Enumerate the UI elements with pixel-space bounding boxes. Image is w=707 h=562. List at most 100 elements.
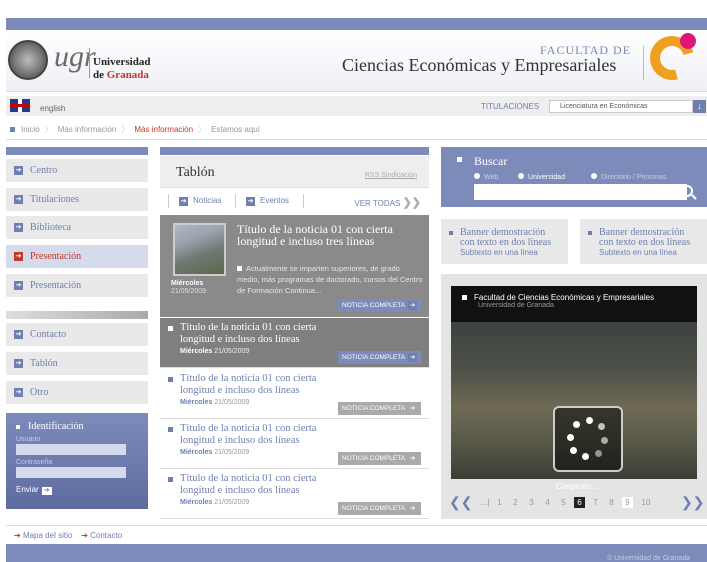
tab-eventos[interactable]: ➔ Eventos [246,196,289,206]
bullet-icon [457,157,462,162]
news-item[interactable]: Título de la noticia 01 con cierta longi… [160,469,429,519]
news-item[interactable]: Título de la noticia 01 con cierta longi… [160,369,429,419]
radio-label: Directorio / Personas [601,174,667,181]
search-title: Buscar [474,154,508,168]
sidebar-item-biblioteca[interactable]: ➔ Biblioteca [6,216,148,239]
news-title[interactable]: Título de la noticia 01 con cierta longi… [180,373,350,397]
sidebar-item-tablon[interactable]: ➔ Tablón [6,352,148,375]
faculty-divider [643,46,644,80]
breadcrumb-item-current[interactable]: Más información [134,125,193,134]
password-input[interactable] [16,467,126,478]
search-box: Buscar Web Universidad Directorio / Pers… [441,147,707,207]
titulaciones-select[interactable]: Licenciatura en Económicas [549,100,693,113]
news-title[interactable]: Título de la noticia 01 con cierta longi… [180,322,350,346]
arrow-right-icon: ➔ [408,353,418,362]
radio-icon [591,173,597,179]
sidebar-separator [6,311,148,319]
radio-directorio[interactable]: Directorio / Personas [591,173,666,181]
sidebar-item-label: Otro [30,387,49,398]
search-icon[interactable] [681,185,693,197]
radio-web[interactable]: Web [474,173,498,181]
page-link-current[interactable]: 6 [574,497,585,508]
full-news-button[interactable]: NOTICIA COMPLETA ➔ [338,452,422,465]
footer-links: ➔ Mapa del sitio ➔ Contacto [14,531,122,540]
titulaciones-dropdown-icon[interactable]: ↓ [693,100,706,113]
news-date: Miércoles 21/05/2009 [180,399,249,406]
tab-noticias[interactable]: ➔ Noticias [179,196,221,206]
full-news-button[interactable]: NOTICIA COMPLETA ➔ [338,502,422,515]
radio-universidad[interactable]: Universidad [518,173,565,181]
page-link[interactable]: 8 [606,497,617,508]
user-input[interactable] [16,444,126,455]
password-label: Contraseña [16,459,53,466]
news-item[interactable]: Título de la noticia 01 con cierta longi… [160,318,429,368]
view-all-link[interactable]: VER TODAS ❯❯ [354,196,421,209]
faculty-name: Ciencias Económicas y Empresariales [342,55,617,75]
sidebar-item-presentacion-active[interactable]: ➔ Presentación [6,245,148,268]
page-link[interactable]: 10 [639,497,653,508]
tablon-header-bar [160,147,429,155]
sidebar-item-label: Centro [30,165,58,176]
news-title[interactable]: Título de la noticia 01 con cierta longi… [180,473,350,497]
banner-title: Banner demostración con texto en dos lín… [599,227,691,248]
next-icon[interactable]: ❯❯ [681,495,704,509]
radio-checked-icon [518,173,524,179]
page-link[interactable]: 1 [494,497,505,508]
page-link[interactable]: 9 [622,497,633,508]
login-submit-button[interactable]: Enviar ➔ [16,485,138,495]
page-link[interactable]: 5 [558,497,569,508]
banner-subtitle: Subtexto en una línea [460,248,538,257]
full-news-button[interactable]: NOTICIA COMPLETA ➔ [338,299,422,312]
loading-spinner-icon [553,406,623,472]
arrow-right-icon: ➔ [14,388,23,397]
top-bar [6,18,707,30]
arrow-right-icon: ➔ [408,404,418,413]
contact-link[interactable]: Contacto [90,531,122,540]
news-day: Miércoles [180,499,213,506]
sidebar-item-centro[interactable]: ➔ Centro [6,159,148,182]
news-date-value: 21/05/2009 [214,449,250,456]
news-item[interactable]: Título de la noticia 01 con cierta longi… [160,419,429,469]
rss-link[interactable]: RSS Sindicación [365,172,417,179]
page-link[interactable]: 7 [590,497,601,508]
breadcrumb-item[interactable]: Más información [58,125,117,134]
submit-label: Enviar [16,485,39,494]
sitemap-link[interactable]: Mapa del sitio [23,531,72,540]
featured-news-title[interactable]: Título de la noticia 01 con cierta longi… [237,223,417,247]
sidebar-item-label: Biblioteca [30,222,72,233]
full-news-button[interactable]: NOTICIA COMPLETA ➔ [338,402,422,415]
featured-news-desc: Actualmente se imparten superiores, de g… [237,263,423,296]
news-thumbnail[interactable] [173,223,226,276]
banner[interactable]: Banner demostración con texto en dos lín… [441,219,568,264]
page-link[interactable]: 3 [526,497,537,508]
divider [6,525,707,526]
tablon-title-bar: Tablón RSS Sindicación [160,156,429,188]
prev-icon[interactable]: ❮❮ [449,495,472,509]
university-name-line1: Universidad [93,56,151,68]
sidebar-item-label: Presentación [30,251,82,262]
breadcrumb-item[interactable]: Inicio [21,125,40,134]
arrow-right-icon: ➔ [408,301,418,310]
tab-divider [235,194,236,208]
uk-flag-icon[interactable] [10,99,30,112]
sidebar-item-contacto[interactable]: ➔ Contacto [6,323,148,346]
page-link[interactable]: 4 [542,497,553,508]
sidebar-item-titulaciones[interactable]: ➔ Titulaciones [6,188,148,211]
tablon-tabs: ➔ Noticias ➔ Eventos VER TODAS ❯❯ [160,189,429,213]
gallery-image[interactable]: Cargando... [451,322,697,491]
news-title[interactable]: Título de la noticia 01 con cierta longi… [180,423,350,447]
sidebar-item-presentacion[interactable]: ➔ Presentación [6,274,148,297]
sidebar-item-otro[interactable]: ➔ Otro [6,381,148,404]
language-link[interactable]: english [40,104,65,113]
search-input[interactable] [474,184,687,200]
gallery: Cargando... Facultad de Ciencias Económi… [441,274,707,519]
page-link[interactable]: 2 [510,497,521,508]
full-news-button[interactable]: NOTICIA COMPLETA ➔ [338,351,422,364]
banner[interactable]: Banner demostración con texto en dos lín… [580,219,707,264]
university-seal-icon[interactable] [8,40,48,80]
featured-news[interactable]: Miércoles 21/05/2009 Título de la notici… [160,215,429,317]
arrow-right-icon: ➔ [408,504,418,513]
user-label: Usuario [16,436,41,443]
bullet-icon [449,231,453,235]
divider [6,139,707,140]
